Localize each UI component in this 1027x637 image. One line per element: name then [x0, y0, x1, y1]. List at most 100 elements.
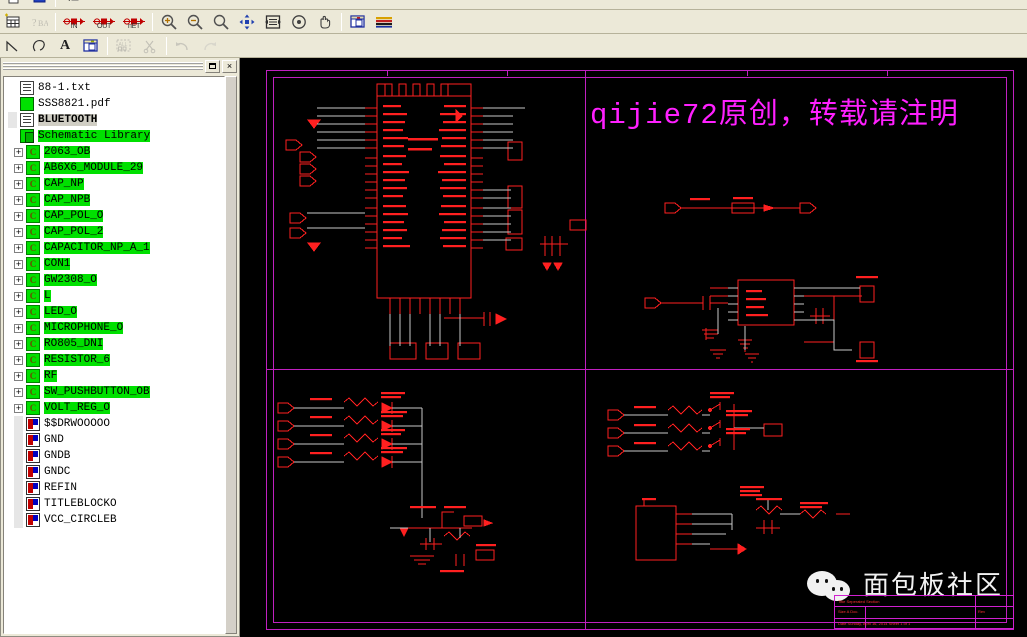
close-button[interactable]: ×: [222, 59, 237, 73]
tree-body[interactable]: 88-1.txt SSS8821.pdf BLUETOOTH Schematic Li…: [3, 76, 225, 634]
expander-plus-icon[interactable]: +: [14, 275, 23, 285]
expander-plus-icon[interactable]: +: [14, 179, 23, 189]
tree-item-cap-npb[interactable]: + C CAP_NPB: [6, 192, 224, 208]
tree-item-bluetooth[interactable]: BLUETOOTH: [6, 112, 224, 128]
tree-item-capacitor-np-a-1[interactable]: + C CAPACITOR_NP_A_1: [6, 240, 224, 256]
redo-icon[interactable]: [197, 35, 221, 57]
expander-plus-icon[interactable]: +: [14, 355, 23, 365]
tree-item-con1[interactable]: + C CON1: [6, 256, 224, 272]
tree-item-resistor-6[interactable]: + C RESISTOR_6: [6, 352, 224, 368]
bill-of-materials-icon[interactable]: [1, 11, 25, 33]
maximize-button[interactable]: [205, 59, 220, 73]
tree-item-led-o[interactable]: + C LED_O: [6, 304, 224, 320]
zoom-in-icon[interactable]: [157, 11, 181, 33]
tree-item-refin[interactable]: REFIN: [6, 480, 224, 496]
part-icon: C: [26, 273, 40, 287]
new-file-icon[interactable]: [1, 0, 25, 9]
tree-item-volt-reg-o[interactable]: + C VOLT_REG_O: [6, 400, 224, 416]
expander-plus-icon[interactable]: +: [14, 259, 23, 269]
select-all-icon[interactable]: ALL: [112, 35, 136, 57]
tree-item-sw-pushbutton-ob[interactable]: + C SW_PUSHBUTTON_OB: [6, 384, 224, 400]
annotate-icon[interactable]: ? BA: [27, 11, 51, 33]
tree-item-gndb[interactable]: GNDB: [6, 448, 224, 464]
tree-item-l[interactable]: + C L: [6, 288, 224, 304]
undo-icon[interactable]: [171, 35, 195, 57]
tree-item-label: GW2308_O: [44, 274, 97, 286]
part-icon: C: [26, 289, 40, 303]
expander-plus-icon[interactable]: +: [14, 323, 23, 333]
part-icon: C: [26, 209, 40, 223]
zoom-in-net-label: IN: [70, 23, 78, 30]
properties-icon[interactable]: I: [60, 0, 84, 9]
expander-plus-icon[interactable]: +: [14, 339, 23, 349]
zoom-previous-icon[interactable]: [287, 11, 311, 33]
tree-item-gw2308-o[interactable]: + C GW2308_O: [6, 272, 224, 288]
tree-item-rf[interactable]: + C RF: [6, 368, 224, 384]
zoom-area-icon[interactable]: [209, 11, 233, 33]
place-text-icon[interactable]: A: [53, 35, 77, 57]
tree-item-sss8821-pdf[interactable]: SSS8821.pdf: [6, 96, 224, 112]
toolbar-draw: A ALL: [0, 34, 1027, 58]
tree-item-label: RO805_DNI: [44, 338, 104, 350]
title-block-title: Title Seperated Section: [838, 599, 880, 604]
tree-item-ro805-dni[interactable]: + C RO805_DNI: [6, 336, 224, 352]
zoom-out-icon[interactable]: [183, 11, 207, 33]
zoom-selection-icon[interactable]: [261, 11, 285, 33]
tree-vertical-scrollbar[interactable]: [225, 76, 237, 634]
tree-item-label: CAP_NPB: [44, 194, 91, 206]
expander-plus-icon[interactable]: +: [14, 403, 23, 413]
tree-item-cap-np[interactable]: + C CAP_NP: [6, 176, 224, 192]
tree-item-label: VCC_CIRCLEB: [44, 514, 117, 526]
tree-item-vcc-circleb[interactable]: VCC_CIRCLEB: [6, 512, 224, 528]
draw-line-icon[interactable]: [1, 35, 25, 57]
draw-arc-icon[interactable]: [27, 35, 51, 57]
schematic-canvas[interactable]: qijie72原创，转载请注明 面包板社区 Title Seperated Se…: [240, 58, 1027, 637]
cut-icon[interactable]: [138, 35, 162, 57]
tree-titlebar: ×: [1, 58, 239, 74]
net-icon: [26, 513, 40, 527]
schematic-drawing-quadrant-4: [607, 392, 850, 561]
pan-hand-icon[interactable]: [313, 11, 337, 33]
zoom-fit-icon[interactable]: [235, 11, 259, 33]
tree-item-gndc[interactable]: GNDC: [6, 464, 224, 480]
tree-item-label: AB6X6_MODULE_29: [44, 162, 144, 174]
place-picture-icon[interactable]: [79, 35, 103, 57]
part-icon: C: [26, 321, 40, 335]
tree-item-gnd[interactable]: GND: [6, 432, 224, 448]
tree-item-cap-pol-2[interactable]: + C CAP_POL_2: [6, 224, 224, 240]
part-icon: C: [26, 193, 40, 207]
part-icon: C: [26, 257, 40, 271]
window-tile-icon[interactable]: [346, 11, 370, 33]
tree-item-ab6x6-module-29[interactable]: + C AB6X6_MODULE_29: [6, 160, 224, 176]
expander-plus-icon[interactable]: +: [14, 195, 23, 205]
tree-item-titleblocko[interactable]: TITLEBLOCKO: [6, 496, 224, 512]
expander-plus-icon[interactable]: +: [14, 211, 23, 221]
expander-plus-icon[interactable]: +: [14, 371, 23, 381]
part-icon: C: [26, 369, 40, 383]
tree-item-drwooooo[interactable]: $$DRWOOOOO: [6, 416, 224, 432]
expander-plus-icon[interactable]: +: [14, 147, 23, 157]
tree-connector-line: [14, 496, 23, 512]
tree-item-schematic-library[interactable]: Schematic Library: [6, 128, 224, 144]
next-net-icon[interactable]: nET: [120, 11, 148, 33]
toolbar-main: ? BA IN OUT nET: [0, 10, 1027, 34]
color-layers-icon[interactable]: [372, 11, 396, 33]
zoom-out-net-icon[interactable]: OUT: [90, 11, 118, 33]
expander-plus-icon[interactable]: +: [14, 227, 23, 237]
open-file-icon[interactable]: [27, 0, 51, 9]
expander-plus-icon[interactable]: +: [14, 291, 23, 301]
net-arrow-glyph: [93, 13, 115, 25]
tree-item-cap-pol-o[interactable]: + C CAP_POL_O: [6, 208, 224, 224]
tree-item-label: REFIN: [44, 482, 78, 494]
tree-item-microphone-o[interactable]: + C MICROPHONE_O: [6, 320, 224, 336]
tree-item-label: L: [44, 290, 51, 302]
part-icon: C: [26, 145, 40, 159]
tree-item-2063-ob[interactable]: + C 2063_OB: [6, 144, 224, 160]
expander-plus-icon[interactable]: +: [14, 307, 23, 317]
expander-plus-icon[interactable]: +: [14, 387, 23, 397]
expander-plus-icon[interactable]: +: [14, 243, 23, 253]
tree-item-88-1-txt[interactable]: 88-1.txt: [6, 80, 224, 96]
expander-plus-icon[interactable]: +: [14, 163, 23, 173]
zoom-in-net-icon[interactable]: IN: [60, 11, 88, 33]
part-icon: C: [26, 401, 40, 415]
